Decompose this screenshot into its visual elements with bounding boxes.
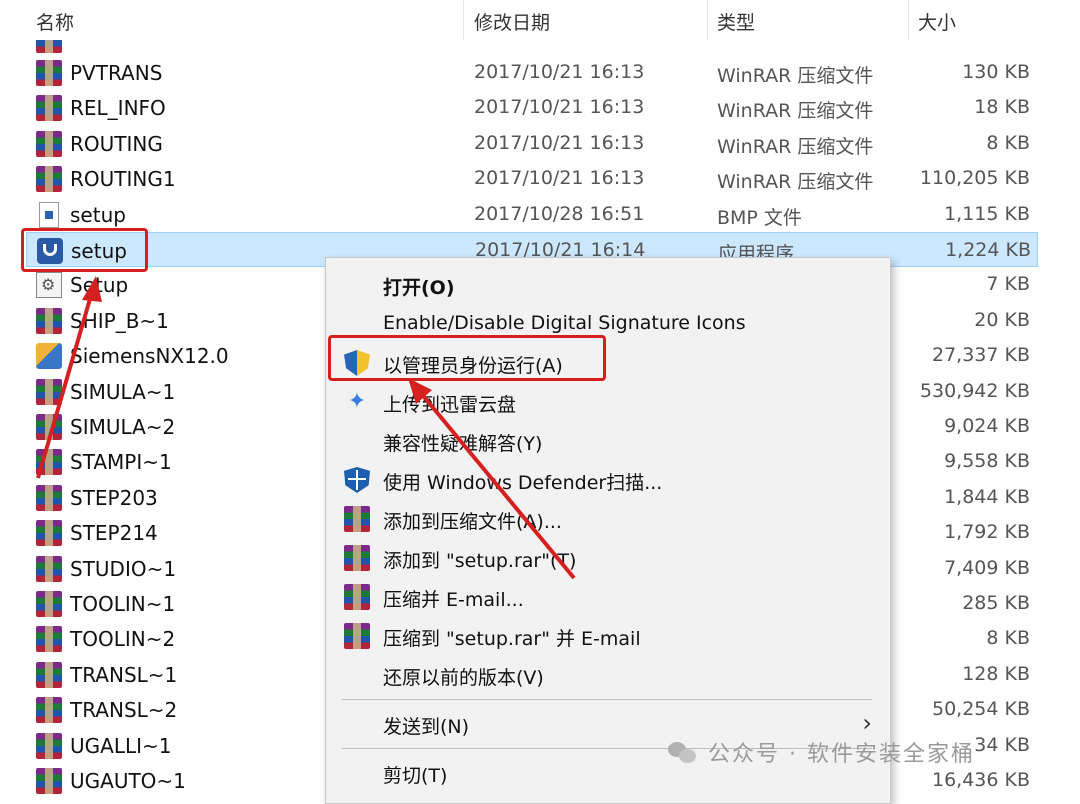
watermark-text: 公众号 · 软件安装全家桶 xyxy=(708,742,975,767)
arrow-to-run-as-admin xyxy=(418,390,576,580)
wechat-icon xyxy=(668,740,698,764)
arrowhead-setup xyxy=(82,276,102,302)
arrow-to-setup xyxy=(36,291,94,479)
annotation-arrows xyxy=(36,276,576,580)
watermark: 公众号 · 软件安装全家桶 xyxy=(668,736,975,768)
